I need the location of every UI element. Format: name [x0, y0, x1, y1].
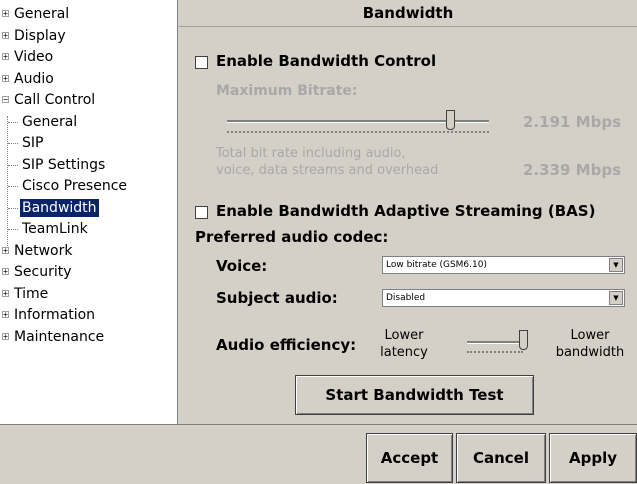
- tree-item-label: Security: [14, 264, 72, 280]
- expand-icon[interactable]: +: [2, 332, 9, 340]
- voice-label: Voice:: [216, 257, 268, 275]
- tree-item-label: General: [14, 6, 70, 22]
- expand-icon[interactable]: +: [2, 10, 9, 18]
- panel-title: Bandwidth: [179, 0, 637, 27]
- subject-audio-select[interactable]: Disabled ▼: [382, 289, 625, 307]
- expand-icon[interactable]: +: [2, 246, 9, 254]
- total-bitrate-label-line1: Total bit rate including audio,: [216, 146, 406, 161]
- tree-item-call-control[interactable]: − Call Control: [0, 90, 177, 112]
- tree-item-time[interactable]: + Time: [0, 284, 177, 306]
- tree-item-label: TeamLink: [22, 221, 88, 237]
- tree-item-label: Cisco Presence: [22, 178, 128, 194]
- dialog-button-bar: Accept Cancel Apply: [0, 424, 637, 484]
- dropdown-arrow-icon[interactable]: ▼: [609, 291, 623, 305]
- subject-audio-label: Subject audio:: [216, 289, 338, 307]
- audio-efficiency-slider-ticks: [467, 351, 523, 355]
- dropdown-arrow-icon[interactable]: ▼: [609, 258, 623, 272]
- start-bandwidth-test-button[interactable]: Start Bandwidth Test: [295, 375, 534, 415]
- bandwidth-control-checkbox[interactable]: [195, 56, 208, 69]
- expand-icon[interactable]: +: [2, 74, 9, 82]
- tree-item-bandwidth[interactable]: Bandwidth: [0, 198, 177, 220]
- tree-item-sip-settings[interactable]: SIP Settings: [0, 155, 177, 177]
- lower-latency-line1: Lower: [384, 328, 424, 343]
- tree-connector: [8, 143, 18, 144]
- tree-item-sip[interactable]: SIP: [0, 133, 177, 155]
- tree-connector: [8, 186, 18, 187]
- tree-connector: [8, 121, 18, 123]
- lower-bandwidth-line2: bandwidth: [555, 345, 625, 360]
- lower-latency-line2: latency: [380, 345, 428, 360]
- tree-connector: [8, 229, 18, 230]
- tree-item-label: Call Control: [14, 92, 96, 108]
- audio-efficiency-left-label: Lower latency: [376, 327, 432, 361]
- tree-item-information[interactable]: + Information: [0, 305, 177, 327]
- tree-item-label: Information: [14, 307, 96, 323]
- tree-connector: [8, 207, 18, 209]
- bandwidth-panel: Bandwidth Enable Bandwidth Control Maxim…: [179, 0, 637, 424]
- max-bitrate-label: Maximum Bitrate:: [216, 83, 358, 99]
- tree-item-label-selected: Bandwidth: [20, 198, 99, 217]
- tree-item-label: General: [22, 113, 78, 130]
- tree-connector: [8, 164, 18, 166]
- settings-tree: + General + Display + Video + Audio − Call Co…: [0, 0, 178, 424]
- tree-item-audio[interactable]: + Audio: [0, 69, 177, 91]
- total-bitrate-value: 2.339 Mbps: [523, 161, 621, 179]
- subject-audio-value: Disabled: [386, 293, 426, 303]
- tree-item-label: Time: [14, 285, 49, 302]
- max-bitrate-slider-thumb[interactable]: [445, 110, 455, 130]
- lower-bandwidth-line1: Lower: [570, 328, 610, 343]
- tree-item-label: Video: [14, 49, 54, 65]
- preferred-codec-label: Preferred audio codec:: [195, 228, 389, 246]
- tree-item-label: Display: [14, 27, 66, 44]
- tree-item-call-general[interactable]: General: [0, 112, 177, 134]
- tree-item-video[interactable]: + Video: [0, 47, 177, 69]
- tree-item-general[interactable]: + General: [0, 4, 177, 26]
- audio-efficiency-slider-thumb[interactable]: [519, 330, 528, 350]
- tree-item-display[interactable]: + Display: [0, 26, 177, 48]
- bas-checkbox[interactable]: [195, 206, 208, 219]
- apply-button[interactable]: Apply: [549, 433, 637, 483]
- tree-item-security[interactable]: + Security: [0, 262, 177, 284]
- audio-efficiency-label: Audio efficiency:: [216, 336, 357, 354]
- cancel-button[interactable]: Cancel: [456, 433, 546, 483]
- collapse-icon[interactable]: −: [2, 96, 9, 104]
- tree-item-cisco-presence[interactable]: Cisco Presence: [0, 176, 177, 198]
- voice-codec-value: Low bitrate (GSM6.10): [386, 260, 487, 270]
- accept-button[interactable]: Accept: [366, 433, 453, 483]
- bandwidth-control-label: Enable Bandwidth Control: [216, 52, 437, 70]
- expand-icon[interactable]: +: [2, 53, 9, 61]
- tree-item-teamlink[interactable]: TeamLink: [0, 219, 177, 241]
- bas-label: Enable Bandwidth Adaptive Streaming (BAS…: [216, 202, 596, 220]
- tree-item-network[interactable]: + Network: [0, 241, 177, 263]
- audio-efficiency-slider-track: [467, 341, 523, 344]
- tree-item-maintenance[interactable]: + Maintenance: [0, 327, 177, 349]
- total-bitrate-label-line2: voice, data streams and overhead: [216, 163, 439, 178]
- audio-efficiency-right-label: Lower bandwidth: [547, 327, 633, 361]
- voice-codec-select[interactable]: Low bitrate (GSM6.10) ▼: [382, 256, 625, 274]
- expand-icon[interactable]: +: [2, 289, 9, 297]
- expand-icon[interactable]: +: [2, 268, 9, 276]
- expand-icon[interactable]: +: [2, 31, 9, 39]
- tree-item-label: SIP Settings: [22, 156, 106, 173]
- tree-item-label: Network: [14, 242, 73, 259]
- tree-item-label: Maintenance: [14, 328, 105, 345]
- max-bitrate-value: 2.191 Mbps: [523, 113, 621, 131]
- tree-item-label: SIP: [22, 135, 44, 151]
- tree-item-label: Audio: [14, 70, 54, 87]
- expand-icon[interactable]: +: [2, 311, 9, 319]
- max-bitrate-slider-ticks: [227, 131, 489, 135]
